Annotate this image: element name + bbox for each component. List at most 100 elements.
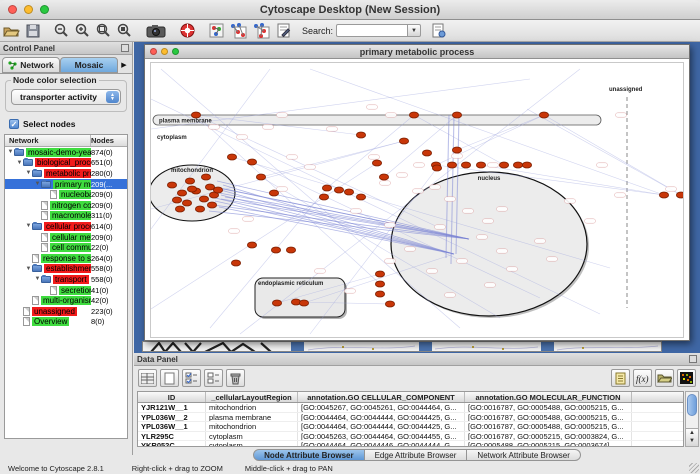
network-node[interactable] (195, 206, 204, 212)
network-node[interactable] (447, 162, 456, 168)
tree-row[interactable]: cellular metaboli209(0) (5, 232, 127, 243)
network-node[interactable] (299, 300, 308, 306)
network-node[interactable] (539, 112, 548, 118)
table-scrollbar-thumb[interactable] (687, 394, 697, 416)
tree-row[interactable]: multi-organism pro42(0) (5, 295, 127, 306)
tree-expand-icon[interactable]: ▼ (16, 160, 23, 166)
attribute-grid-icon[interactable] (138, 369, 157, 387)
network-node[interactable] (182, 200, 191, 206)
snapshot-icon[interactable] (143, 21, 169, 41)
table-scrollbar[interactable]: ▲▼ (685, 391, 699, 447)
network-node[interactable] (319, 194, 328, 200)
tree-expand-icon[interactable]: ▼ (34, 181, 41, 187)
network-node[interactable] (476, 162, 485, 168)
tab-scroll-right-icon[interactable]: ▶ (118, 57, 130, 73)
tree-row[interactable]: cell communicat22(0) (5, 242, 127, 253)
network-node[interactable] (256, 174, 265, 180)
network-node[interactable] (344, 189, 353, 195)
float-panel-icon[interactable] (121, 44, 129, 52)
zoom-selected-icon[interactable] (114, 21, 135, 41)
tree-row[interactable]: Overview8(0) (5, 317, 127, 328)
node-color-dropdown[interactable]: transporter activity ▲▼ (11, 89, 121, 105)
network-node[interactable] (422, 150, 431, 156)
network-node[interactable] (499, 162, 508, 168)
network-node[interactable] (177, 190, 186, 196)
tree-row[interactable]: ▼primary metabolic209(... (5, 179, 127, 190)
apply-layout-icon[interactable] (227, 21, 250, 41)
tree-row[interactable]: ▼metabolic process280(0) (5, 168, 127, 179)
tree-row[interactable]: nucleobase-conta209(0) (5, 189, 127, 200)
tree-expand-icon[interactable]: ▼ (25, 170, 32, 176)
load-attributes-icon[interactable] (655, 369, 674, 387)
network-node[interactable] (269, 190, 278, 196)
network-node[interactable] (522, 162, 531, 168)
notes-icon[interactable] (611, 369, 630, 387)
tab-network-attribute-browser[interactable]: Network Attribute Browser (467, 449, 580, 461)
network-node[interactable] (286, 247, 295, 253)
network-node[interactable] (375, 271, 384, 277)
table-scrollbar-arrows[interactable]: ▲▼ (686, 428, 698, 446)
tab-mosaic[interactable]: Mosaic (60, 57, 118, 73)
tree-expand-icon[interactable]: ▼ (34, 276, 41, 282)
tree-expand-icon[interactable]: ▼ (25, 223, 32, 229)
network-node[interactable] (247, 242, 256, 248)
table-row[interactable]: YPL036W__1mitochondrion[GO:0044464, GO:0… (138, 422, 683, 432)
network-window-titlebar[interactable]: primary metabolic process (145, 45, 689, 59)
formula-icon[interactable]: f(x) (633, 369, 652, 387)
tree-row[interactable]: secretion41(0) (5, 285, 127, 296)
tree-row[interactable]: ▼biological_process651(0) (5, 158, 127, 169)
network-node[interactable] (231, 260, 240, 266)
table-row[interactable]: YLR295Ccytoplasm[GO:0045263, GO:0044464,… (138, 432, 683, 442)
table-column-header[interactable]: annotation.GO CELLULAR_COMPONENT (298, 392, 465, 402)
network-node[interactable] (375, 291, 384, 297)
network-node[interactable] (356, 132, 365, 138)
tab-network[interactable]: Network (2, 57, 60, 73)
network-node[interactable] (187, 186, 196, 192)
network-node[interactable] (461, 162, 470, 168)
background-windows-strip[interactable] (142, 341, 662, 352)
tab-edge-attribute-browser[interactable]: Edge Attribute Browser (365, 449, 468, 461)
tree-row[interactable]: macromolecule311(0) (5, 211, 127, 222)
network-node[interactable] (185, 178, 194, 184)
search-dropdown-icon[interactable]: ▼ (408, 24, 421, 37)
tree-col-network[interactable]: Network (5, 135, 91, 146)
network-node[interactable] (356, 194, 365, 200)
network-node[interactable] (432, 165, 441, 171)
tree-row[interactable]: nitrogen compou209(0) (5, 200, 127, 211)
network-node[interactable] (385, 301, 394, 307)
network-node[interactable] (272, 300, 281, 306)
network-edge[interactable] (527, 109, 681, 195)
tree-col-nodes[interactable]: Nodes (91, 135, 127, 146)
tree-row[interactable]: ▼transport558(0) (5, 274, 127, 285)
zoom-in-icon[interactable] (72, 21, 93, 41)
tab-node-attribute-browser[interactable]: Node Attribute Browser (253, 449, 365, 461)
network-node[interactable] (167, 182, 176, 188)
table-row[interactable]: YPL036W__2plasma membrane[GO:0044464, GO… (138, 413, 683, 423)
table-column-header[interactable]: _cellularLayoutRegion (206, 392, 298, 402)
tree-row[interactable]: ▼mosaic-demo-yeast874(0) (5, 147, 127, 158)
table-row[interactable]: YJR121W__1mitochondrion[GO:0045267, GO:0… (138, 403, 683, 413)
network-node[interactable] (227, 154, 236, 160)
resize-grip[interactable] (689, 463, 699, 473)
tree-row[interactable]: response to stimulu264(0) (5, 253, 127, 264)
new-attribute-icon[interactable] (160, 369, 179, 387)
open-file-icon[interactable] (0, 21, 23, 41)
network-node[interactable] (172, 197, 181, 203)
matrix-icon[interactable] (677, 369, 696, 387)
delete-attribute-icon[interactable] (226, 369, 245, 387)
tree-row[interactable]: ▼establishment of lo558(0) (5, 264, 127, 275)
network-node[interactable] (322, 185, 331, 191)
annotation-icon[interactable] (273, 21, 294, 41)
tree-row[interactable]: unassigned223(0) (5, 306, 127, 317)
unselect-attributes-icon[interactable] (204, 369, 223, 387)
select-nodes-checkbox[interactable]: ✓ (9, 119, 19, 129)
network-canvas[interactable]: plasma membranecytoplasmmitochondrionnuc… (150, 62, 684, 338)
network-node[interactable] (207, 202, 216, 208)
network-node[interactable] (409, 112, 418, 118)
search-input[interactable] (336, 24, 408, 37)
network-node[interactable] (175, 206, 184, 212)
table-row[interactable]: YKR052Ccytoplasm[GO:0044464, GO:0044446,… (138, 441, 683, 447)
tree-expand-icon[interactable]: ▼ (7, 149, 14, 155)
network-node[interactable] (659, 192, 668, 198)
select-attributes-icon[interactable] (182, 369, 201, 387)
